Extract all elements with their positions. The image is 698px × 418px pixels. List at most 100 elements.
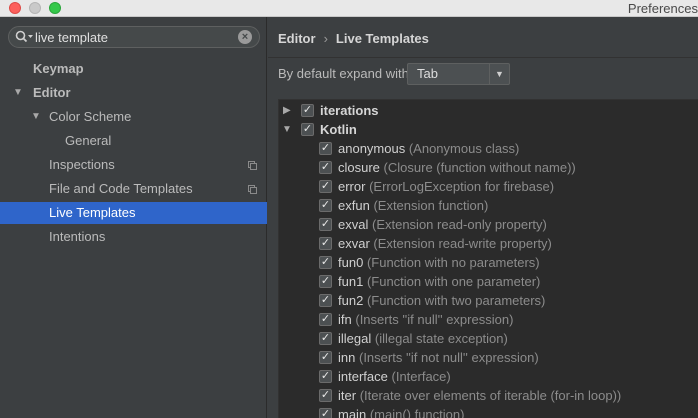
template-row[interactable]: ✓ exval (Extension read-only property) xyxy=(279,215,698,234)
window-title: Preferences xyxy=(627,1,698,16)
settings-search[interactable]: × xyxy=(8,26,260,48)
template-abbreviation: illegal xyxy=(338,331,372,346)
template-group-row[interactable]: ▼ ✓ Kotlin xyxy=(279,120,698,139)
sidebar-item-editor[interactable]: ▼ Editor xyxy=(0,82,267,104)
template-description: (Inserts ''if not null'' expression) xyxy=(358,350,539,365)
search-icon[interactable] xyxy=(15,30,35,44)
template-row[interactable]: ✓ inn (Inserts ''if not null'' expressio… xyxy=(279,348,698,367)
group-checkbox[interactable]: ✓ xyxy=(301,123,314,136)
expand-with-value: Tab xyxy=(417,66,438,81)
window-close-button[interactable] xyxy=(9,2,21,14)
collapsed-arrow-icon[interactable]: ▶ xyxy=(283,101,291,120)
template-description: (Extension function) xyxy=(373,198,489,213)
chevron-down-icon[interactable]: ▼ xyxy=(489,64,509,84)
template-group-row[interactable]: ▶ ✓ iterations xyxy=(279,101,698,120)
search-input[interactable] xyxy=(35,28,235,46)
sidebar-item-live-templates[interactable]: Live Templates xyxy=(0,202,267,224)
template-checkbox[interactable]: ✓ xyxy=(319,294,332,307)
template-checkbox[interactable]: ✓ xyxy=(319,142,332,155)
template-description: (Iterate over elements of iterable (for-… xyxy=(359,388,622,403)
expand-with-row: By default expand with Tab ▼ xyxy=(278,62,510,86)
template-abbreviation: main xyxy=(338,407,367,418)
template-description: (Function with one parameter) xyxy=(366,274,541,289)
template-checkbox[interactable]: ✓ xyxy=(319,389,332,402)
template-row[interactable]: ✓ iter (Iterate over elements of iterabl… xyxy=(279,386,698,405)
template-row[interactable]: ✓ interface (Interface) xyxy=(279,367,698,386)
sidebar-item-keymap[interactable]: Keymap xyxy=(0,58,267,80)
template-row[interactable]: ✓ closure (Closure (function without nam… xyxy=(279,158,698,177)
sidebar-item-color-scheme[interactable]: ▼ Color Scheme xyxy=(0,106,267,128)
breadcrumb-current: Live Templates xyxy=(335,31,429,46)
template-checkbox[interactable]: ✓ xyxy=(319,275,332,288)
group-name: Kotlin xyxy=(320,122,357,137)
template-checkbox[interactable]: ✓ xyxy=(319,199,332,212)
breadcrumb-separator-icon: › xyxy=(323,31,328,46)
expanded-arrow-icon[interactable]: ▼ xyxy=(31,106,41,128)
template-abbreviation: exval xyxy=(338,217,369,232)
template-checkbox[interactable]: ✓ xyxy=(319,256,332,269)
template-description: (ErrorLogException for firebase) xyxy=(369,179,555,194)
template-checkbox[interactable]: ✓ xyxy=(319,161,332,174)
template-row[interactable]: ✓ fun2 (Function with two parameters) xyxy=(279,291,698,310)
template-row[interactable]: ✓ anonymous (Anonymous class) xyxy=(279,139,698,158)
template-abbreviation: iter xyxy=(338,388,357,403)
window-titlebar: Preferences xyxy=(0,0,698,17)
template-description: (Closure (function without name)) xyxy=(383,160,576,175)
template-checkbox[interactable]: ✓ xyxy=(319,370,332,383)
live-templates-panel: Editor › Live Templates By default expand … xyxy=(268,17,698,418)
template-abbreviation: exfun xyxy=(338,198,370,213)
templates-tree: ▶ ✓ iterations ▼ ✓ Kotlin ✓ anonymous (A… xyxy=(278,99,698,418)
sidebar-item-intentions[interactable]: Intentions xyxy=(0,226,267,248)
template-abbreviation: anonymous xyxy=(338,141,406,156)
template-row[interactable]: ✓ exvar (Extension read-write property) xyxy=(279,234,698,253)
template-description: (illegal state exception) xyxy=(374,331,508,346)
clear-search-icon[interactable]: × xyxy=(238,30,252,44)
template-abbreviation: error xyxy=(338,179,366,194)
sidebar-item-inspections[interactable]: Inspections xyxy=(0,154,267,176)
template-row[interactable]: ✓ exfun (Extension function) xyxy=(279,196,698,215)
template-description: (Function with no parameters) xyxy=(366,255,540,270)
sidebar-item-label: File and Code Templates xyxy=(49,181,193,196)
template-abbreviation: ifn xyxy=(338,312,352,327)
group-checkbox[interactable]: ✓ xyxy=(301,104,314,117)
template-row[interactable]: ✓ fun0 (Function with no parameters) xyxy=(279,253,698,272)
template-description: (main() function) xyxy=(369,407,465,418)
sidebar-item-label: Keymap xyxy=(33,61,84,76)
template-checkbox[interactable]: ✓ xyxy=(319,180,332,193)
template-description: (Inserts ''if null'' expression) xyxy=(355,312,514,327)
template-abbreviation: closure xyxy=(338,160,380,175)
template-abbreviation: inn xyxy=(338,350,356,365)
expanded-arrow-icon[interactable]: ▼ xyxy=(282,120,292,139)
group-name: iterations xyxy=(320,103,379,118)
sidebar-item-label: Intentions xyxy=(49,229,106,244)
expand-with-select[interactable]: Tab ▼ xyxy=(407,63,510,85)
sidebar-item-label: Color Scheme xyxy=(49,109,132,124)
sidebar-item-file-and-code-templates[interactable]: File and Code Templates xyxy=(0,178,267,200)
sidebar-item-label: Inspections xyxy=(49,157,115,172)
template-checkbox[interactable]: ✓ xyxy=(319,351,332,364)
template-row[interactable]: ✓ fun1 (Function with one parameter) xyxy=(279,272,698,291)
header-divider xyxy=(268,57,698,58)
sidebar-item-label: Live Templates xyxy=(49,205,136,220)
template-row[interactable]: ✓ error (ErrorLogException for firebase) xyxy=(279,177,698,196)
sidebar-item-label: General xyxy=(65,133,112,148)
expanded-arrow-icon[interactable]: ▼ xyxy=(13,82,23,104)
template-checkbox[interactable]: ✓ xyxy=(319,313,332,326)
template-row[interactable]: ✓ main (main() function) xyxy=(279,405,698,418)
template-checkbox[interactable]: ✓ xyxy=(319,218,332,231)
template-description: (Anonymous class) xyxy=(408,141,520,156)
project-copy-icon xyxy=(248,161,257,170)
template-row[interactable]: ✓ ifn (Inserts ''if null'' expression) xyxy=(279,310,698,329)
template-abbreviation: fun0 xyxy=(338,255,364,270)
template-abbreviation: interface xyxy=(338,369,388,384)
template-description: (Function with two parameters) xyxy=(366,293,546,308)
window-minimize-button[interactable] xyxy=(29,2,41,14)
template-abbreviation: exvar xyxy=(338,236,370,251)
window-maximize-button[interactable] xyxy=(49,2,61,14)
template-checkbox[interactable]: ✓ xyxy=(319,237,332,250)
template-row[interactable]: ✓ illegal (illegal state exception) xyxy=(279,329,698,348)
template-checkbox[interactable]: ✓ xyxy=(319,332,332,345)
sidebar-item-general[interactable]: General xyxy=(0,130,267,152)
template-checkbox[interactable]: ✓ xyxy=(319,408,332,418)
project-copy-icon xyxy=(248,185,257,194)
